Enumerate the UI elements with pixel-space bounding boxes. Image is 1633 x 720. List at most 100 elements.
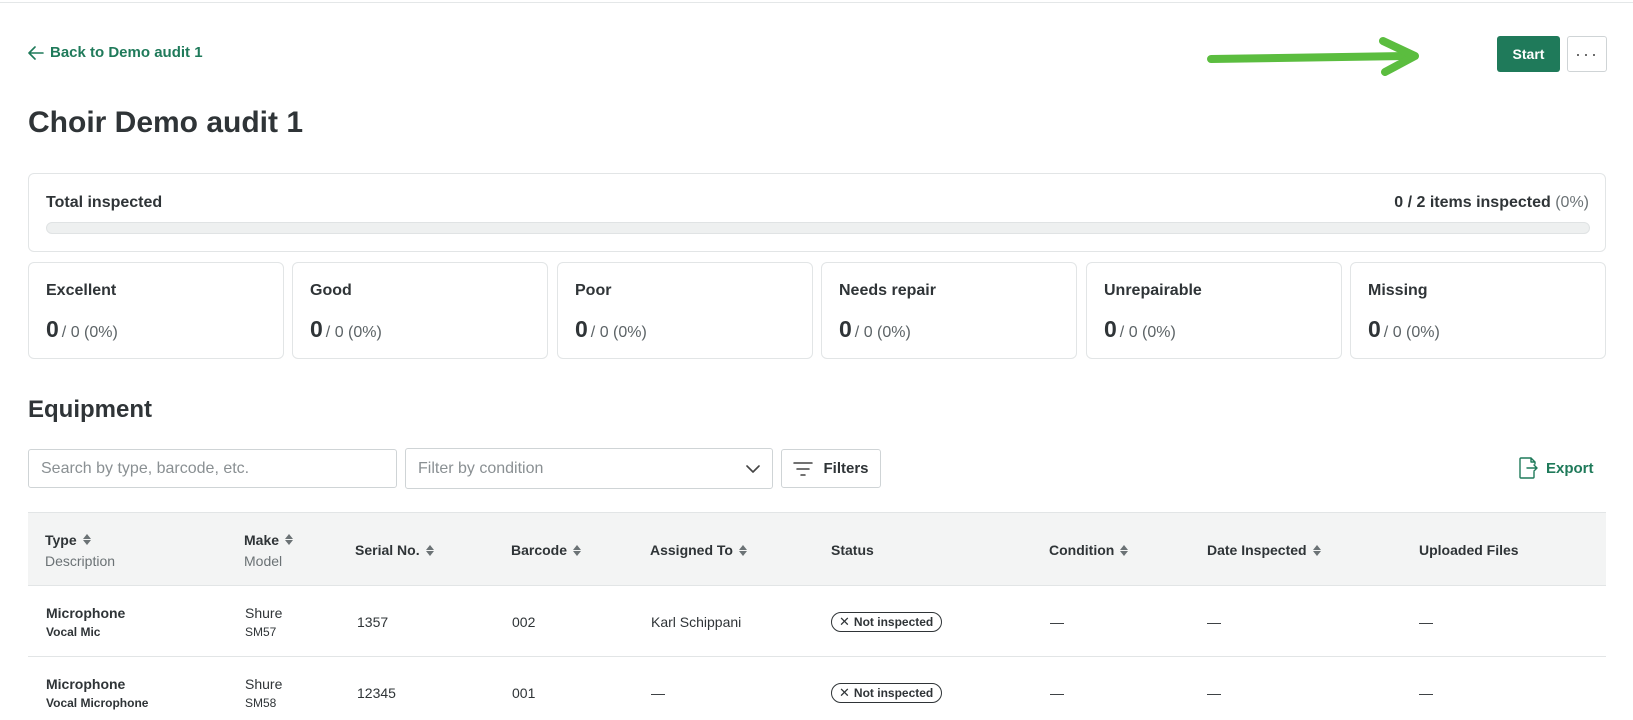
cell-status: ✕ Not inspected <box>831 586 943 657</box>
cell-make: Shure SM58 <box>245 657 282 720</box>
stat-count: 0 <box>1104 316 1117 342</box>
stat-card-poor: Poor 0/ 0 (0%) <box>557 262 813 359</box>
page-title: Choir Demo audit 1 <box>28 106 304 139</box>
equipment-heading: Equipment <box>28 396 152 423</box>
stat-name: Poor <box>575 282 612 299</box>
header-sublabel: Model <box>244 552 283 569</box>
export-icon <box>1519 457 1538 479</box>
header-label: Make <box>244 531 280 548</box>
filter-icon <box>793 461 814 476</box>
column-header-files: Uploaded Files <box>1419 513 1519 587</box>
inspected-count-text: 0 / 2 items inspected <box>1394 194 1551 211</box>
cell-serial: 12345 <box>357 684 396 701</box>
column-header-date[interactable]: Date Inspected <box>1207 513 1321 587</box>
stat-detail: / 0 (0%) <box>325 324 382 341</box>
header-label: Type <box>45 531 77 548</box>
cell-condition: — <box>1050 613 1064 630</box>
condition-filter-select[interactable]: Filter by condition <box>405 448 773 489</box>
stat-value: 0/ 0 (0%) <box>1104 316 1176 343</box>
back-link-label: Back to Demo audit 1 <box>50 44 203 61</box>
filters-button[interactable]: Filters <box>781 449 881 488</box>
stat-name: Needs repair <box>839 282 936 299</box>
back-link[interactable]: Back to Demo audit 1 <box>28 44 203 61</box>
filters-label: Filters <box>823 460 869 477</box>
column-header-assigned[interactable]: Assigned To <box>650 513 747 587</box>
total-inspected-card: Total inspected 0 / 2 items inspected (0… <box>28 173 1606 252</box>
close-icon: ✕ <box>839 614 850 629</box>
stat-value: 0/ 0 (0%) <box>46 316 118 343</box>
column-header-serial[interactable]: Serial No. <box>355 513 434 587</box>
cell-make: Shure SM57 <box>245 586 282 657</box>
item-make: Shure <box>245 675 283 692</box>
equipment-table: Type Description Make Model Serial No. B… <box>28 512 1606 720</box>
table-row[interactable]: Microphone Vocal Microphone Shure SM58 123… <box>28 657 1606 720</box>
item-description: Vocal Mic <box>46 624 101 639</box>
status-badge: ✕ Not inspected <box>831 682 943 703</box>
item-model: SM57 <box>245 624 277 639</box>
search-input[interactable] <box>28 449 397 488</box>
column-header-make[interactable]: Make Model <box>244 513 294 587</box>
start-button[interactable]: Start <box>1497 36 1560 72</box>
header-label: Condition <box>1049 542 1115 558</box>
header-label: Uploaded Files <box>1419 542 1519 558</box>
item-type: Microphone <box>46 675 126 692</box>
stat-name: Missing <box>1368 282 1428 299</box>
total-inspected-count: 0 / 2 items inspected (0%) <box>1394 194 1589 212</box>
header-label: Date Inspected <box>1207 542 1307 558</box>
stat-value: 0/ 0 (0%) <box>575 316 647 343</box>
total-inspected-label: Total inspected <box>46 194 163 211</box>
cell-condition: — <box>1050 684 1064 701</box>
cell-barcode: 002 <box>512 613 536 630</box>
cell-status: ✕ Not inspected <box>831 657 943 720</box>
stat-detail: / 0 (0%) <box>854 324 911 341</box>
stat-card-good: Good 0/ 0 (0%) <box>292 262 548 359</box>
header-label: Serial No. <box>355 542 420 558</box>
condition-filter-placeholder: Filter by condition <box>418 459 544 477</box>
stat-count: 0 <box>46 316 59 342</box>
header-label: Assigned To <box>650 542 733 558</box>
cell-files: — <box>1419 684 1433 701</box>
cell-files: — <box>1419 613 1433 630</box>
cell-assigned: — <box>651 684 665 701</box>
cell-barcode: 001 <box>512 684 536 701</box>
stat-detail: / 0 (0%) <box>61 324 118 341</box>
column-header-type[interactable]: Type Description <box>45 513 115 587</box>
sort-icon <box>82 534 91 545</box>
cell-date: — <box>1207 684 1221 701</box>
cell-assigned: Karl Schippani <box>651 613 742 630</box>
stat-name: Excellent <box>46 282 117 299</box>
stat-count: 0 <box>1368 316 1381 342</box>
annotation-arrow-icon <box>1207 37 1419 76</box>
stat-count: 0 <box>575 316 588 342</box>
column-header-barcode[interactable]: Barcode <box>511 513 582 587</box>
export-button[interactable]: Export <box>1518 457 1594 479</box>
stat-name: Unrepairable <box>1104 282 1202 299</box>
cell-date: — <box>1207 613 1221 630</box>
more-options-button[interactable]: ··· <box>1567 36 1607 72</box>
stat-card-needs-repair: Needs repair 0/ 0 (0%) <box>821 262 1077 359</box>
table-row[interactable]: Microphone Vocal Mic Shure SM57 1357 002 K… <box>28 586 1606 657</box>
inspection-progress-bar <box>46 222 1590 234</box>
header-label: Barcode <box>511 542 568 558</box>
sort-icon <box>1120 544 1129 556</box>
item-type: Microphone <box>46 604 126 621</box>
stat-detail: / 0 (0%) <box>1383 324 1440 341</box>
stat-count: 0 <box>310 316 323 342</box>
stat-value: 0/ 0 (0%) <box>1368 316 1440 343</box>
export-label: Export <box>1546 459 1594 477</box>
stat-detail: / 0 (0%) <box>1119 324 1176 341</box>
item-description: Vocal Microphone <box>46 695 149 710</box>
sort-icon <box>1312 544 1321 556</box>
inspected-percent-text: (0%) <box>1555 194 1589 211</box>
stat-card-missing: Missing 0/ 0 (0%) <box>1350 262 1606 359</box>
column-header-condition[interactable]: Condition <box>1049 513 1129 587</box>
stat-detail: / 0 (0%) <box>590 324 647 341</box>
close-icon: ✕ <box>839 685 850 700</box>
cell-type: Microphone Vocal Mic <box>46 586 125 657</box>
stat-name: Good <box>310 282 352 299</box>
item-make: Shure <box>245 604 283 621</box>
more-icon: ··· <box>1575 43 1599 64</box>
status-label: Not inspected <box>853 685 934 700</box>
chevron-down-icon <box>746 464 760 473</box>
stat-value: 0/ 0 (0%) <box>839 316 911 343</box>
